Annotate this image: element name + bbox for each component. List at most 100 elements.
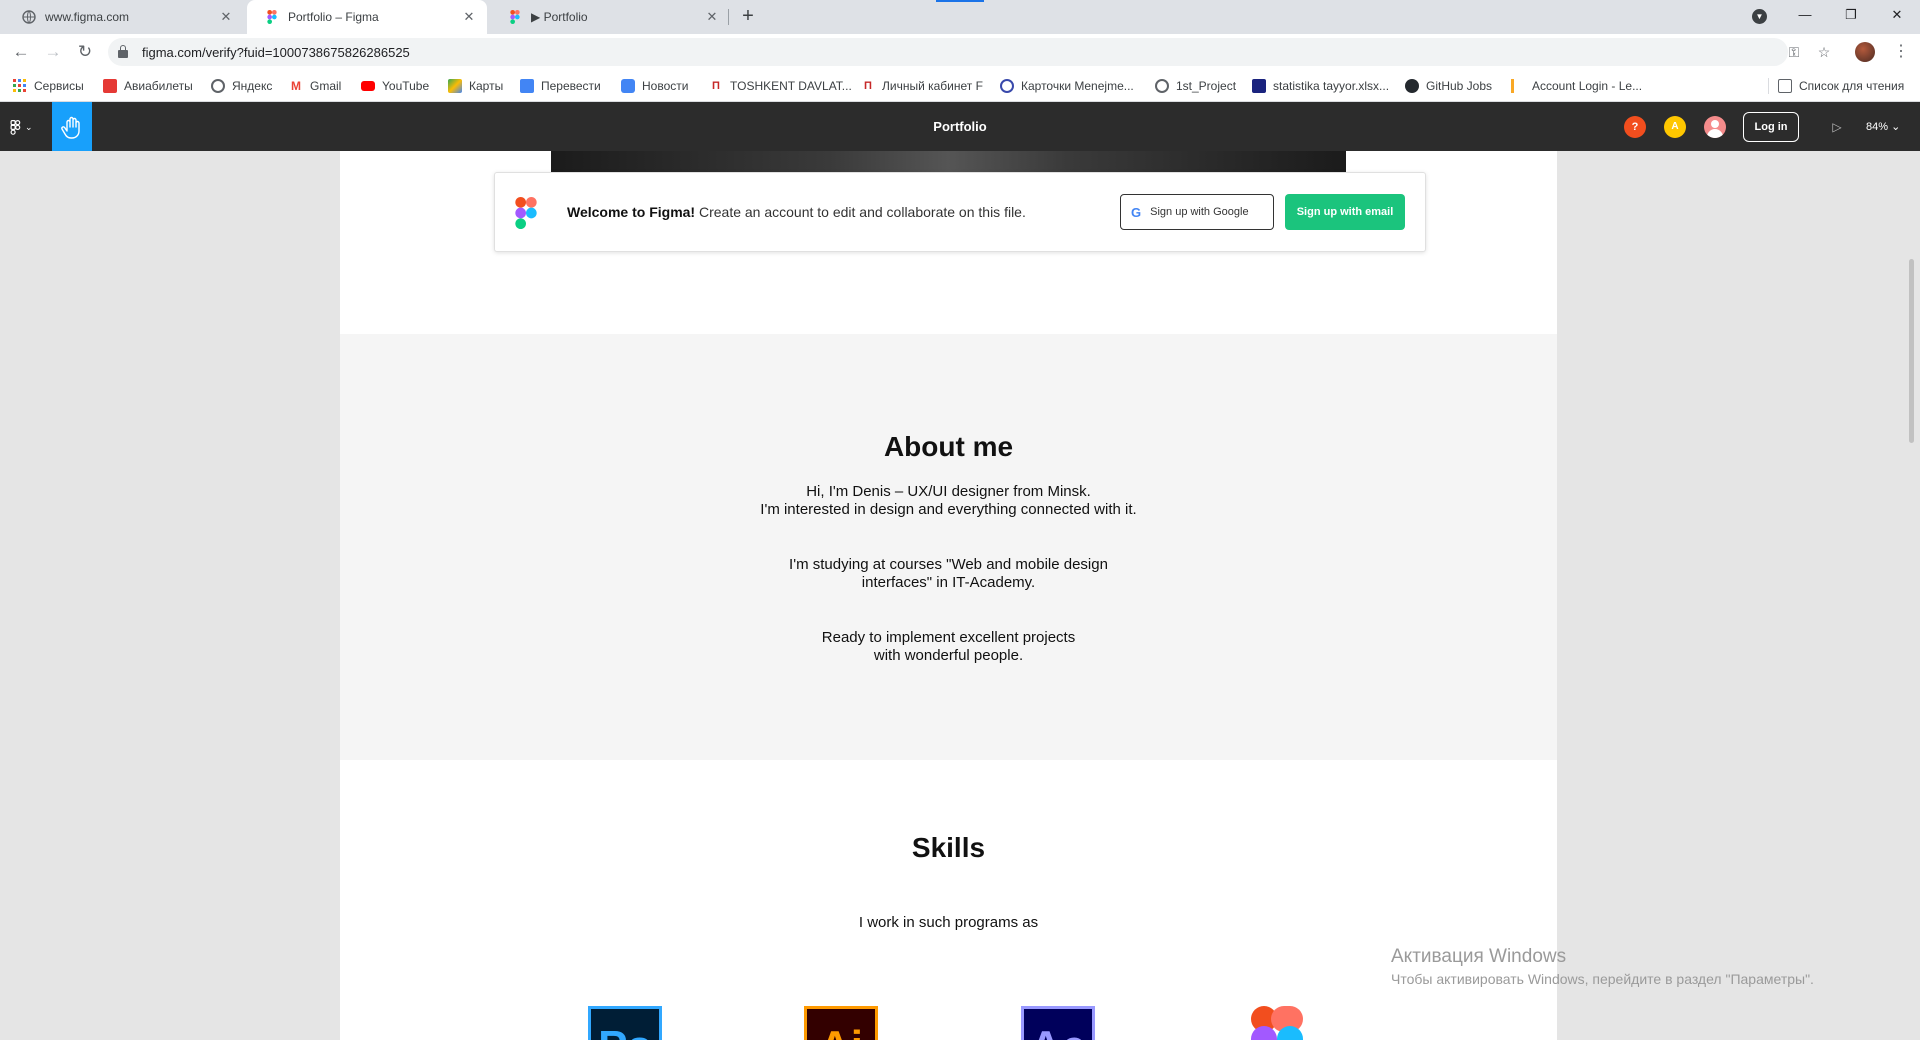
url-text[interactable]: figma.com/verify?fuid=100073867582628652… [142, 45, 410, 60]
plane-icon [103, 79, 117, 93]
figma-main-menu-button[interactable]: ⌄ [10, 116, 40, 138]
bookmark-label: Карты [469, 79, 504, 93]
vertical-scrollbar[interactable] [1909, 259, 1914, 443]
windows-activation-watermark: Активация Windows Чтобы активировать Win… [1391, 946, 1814, 987]
close-icon[interactable]: ✕ [461, 9, 477, 25]
tab-title: ▶ Portfolio [531, 10, 588, 24]
activation-title: Активация Windows [1391, 946, 1567, 967]
bookmark-gmail[interactable]: M Gmail [289, 77, 341, 95]
university-icon: Π [864, 80, 872, 92]
bookmark-github-jobs[interactable]: GitHub Jobs [1405, 77, 1492, 95]
tab-separator [728, 9, 729, 25]
prototype-canvas[interactable]: About me Hi, I'm Denis – UX/UI designer … [0, 151, 1920, 1040]
welcome-message: Welcome to Figma! Create an account to e… [567, 204, 1026, 220]
zoom-dropdown[interactable]: 84% ⌄ [1866, 116, 1900, 138]
bookmark-yandex[interactable]: Яндекс [211, 77, 272, 95]
bookmark-label: TOSHKENT DAVLAT... [730, 79, 852, 93]
close-icon[interactable]: ✕ [218, 9, 234, 25]
figma-prototype-header: ⌄ Portfolio ? A Log in ▷ 84% ⌄ [0, 102, 1920, 151]
address-bar[interactable]: figma.com/verify?fuid=100073867582628652… [108, 38, 1830, 66]
bookmark-statistika[interactable]: statistika tayyor.xlsx... [1252, 77, 1389, 95]
bookmark-label: Gmail [310, 79, 342, 93]
tab-portfolio-figma[interactable]: Portfolio – Figma ✕ [247, 0, 487, 34]
lock-icon[interactable] [118, 45, 128, 58]
github-icon [1405, 79, 1419, 93]
figma-menu-icon [10, 119, 21, 135]
profile-avatar[interactable] [1855, 42, 1875, 62]
welcome-bold: Welcome to Figma! [567, 204, 696, 220]
bookmarks-divider [1768, 78, 1769, 94]
portfolio-frame: About me Hi, I'm Denis – UX/UI designer … [340, 151, 1557, 1040]
bookmark-cards[interactable]: Карточки Menejme... [1000, 77, 1134, 95]
figma-logo-icon [265, 10, 279, 24]
minimize-icon[interactable]: — [1782, 0, 1828, 32]
hero-photo [551, 151, 1346, 173]
apps-grid-icon [13, 79, 27, 93]
hand-tool-button[interactable] [52, 102, 92, 151]
skills-title: Skills [911, 832, 986, 863]
bookmark-maps[interactable]: Карты [448, 77, 503, 95]
bookmark-news[interactable]: Новости [621, 77, 688, 95]
bookmark-label: Личный кабинет F [882, 79, 983, 93]
bookmark-aviabilety[interactable]: Авиабилеты [103, 77, 193, 95]
active-indicator [936, 0, 984, 2]
youtube-icon [361, 81, 375, 91]
about-paragraph-line: I'm interested in design and everything … [760, 501, 1137, 518]
chevron-down-icon: ⌄ [25, 121, 33, 132]
google-icon: G [1131, 204, 1142, 220]
login-button[interactable]: Log in [1743, 112, 1799, 142]
tab-figma-home[interactable]: www.figma.com ✕ [4, 0, 244, 34]
reload-icon[interactable]: ↻ [73, 40, 97, 64]
about-paragraph-line: with wonderful people. [873, 647, 1024, 664]
more-vert-icon[interactable]: ⋮ [1893, 40, 1909, 64]
tab-title: Portfolio – Figma [288, 10, 379, 24]
tab-search-icon[interactable]: ▼ [1752, 9, 1767, 24]
star-icon[interactable]: ☆ [1814, 42, 1834, 62]
bookmark-toshkent[interactable]: Π TOSHKENT DAVLAT... [709, 77, 852, 95]
bookmark-cabinet[interactable]: Π Личный кабинет F [861, 77, 983, 95]
close-icon[interactable]: ✕ [704, 9, 720, 25]
gmail-icon: M [291, 79, 301, 93]
key-icon[interactable]: ⚿ [1784, 42, 1804, 62]
bookmark-services[interactable]: Сервисы [13, 77, 84, 95]
about-title: About me [883, 431, 1014, 462]
signup-email-button[interactable]: Sign up with email [1285, 194, 1405, 230]
tab-portfolio-prototype[interactable]: ▶ Portfolio ✕ [490, 0, 730, 34]
about-paragraph-line: Hi, I'm Denis – UX/UI designer from Mins… [806, 483, 1091, 500]
reading-list-icon [1778, 79, 1792, 93]
bookmark-youtube[interactable]: YouTube [361, 77, 429, 95]
bookmark-label: Яндекс [232, 79, 273, 93]
bookmark-1st-project[interactable]: 1st_Project [1155, 77, 1236, 95]
about-paragraph-line: interfaces" in IT-Academy. [861, 574, 1036, 591]
quizlet-icon [1000, 79, 1014, 93]
forward-icon[interactable]: → [41, 40, 65, 64]
tab-strip: www.figma.com ✕ Portfolio – Figma ✕ ▶ Po… [0, 0, 1920, 34]
anonymous-user-icon[interactable] [1704, 116, 1726, 138]
user-avatar[interactable]: A [1664, 116, 1686, 138]
help-button[interactable]: ? [1624, 116, 1646, 138]
about-section [340, 334, 1557, 760]
bookmark-label: Перевести [541, 79, 601, 93]
maps-icon [448, 79, 462, 93]
reading-list-button[interactable]: Список для чтения [1778, 77, 1904, 95]
bookmark-label: Новости [642, 79, 689, 93]
signup-google-button[interactable]: G Sign up with Google [1120, 194, 1274, 230]
bookmark-translate[interactable]: Перевести [520, 77, 601, 95]
back-icon[interactable]: ← [9, 40, 33, 64]
play-icon[interactable]: ▷ [1826, 116, 1848, 138]
bookmarks-bar: Сервисы Авиабилеты Яндекс M Gmail YouTub… [0, 70, 1920, 102]
signup-google-label: Sign up with Google [1150, 206, 1249, 218]
figma-app-icon [1251, 1006, 1303, 1040]
bookmark-label: Сервисы [34, 79, 84, 93]
bookmark-account-login[interactable]: Account Login - Le... [1511, 77, 1642, 95]
tab-title: www.figma.com [45, 10, 130, 24]
new-tab-button[interactable]: + [736, 5, 760, 29]
figma-logo-icon [515, 197, 537, 229]
photoshop-icon: Ps [588, 1006, 662, 1040]
globe-icon [211, 79, 225, 93]
restore-icon[interactable]: ❐ [1828, 0, 1874, 32]
leetcode-icon [1511, 79, 1525, 93]
about-paragraph-line: Ready to implement excellent projects [821, 629, 1076, 646]
welcome-body: Create an account to edit and collaborat… [695, 204, 1026, 220]
close-window-icon[interactable]: ✕ [1874, 0, 1920, 32]
